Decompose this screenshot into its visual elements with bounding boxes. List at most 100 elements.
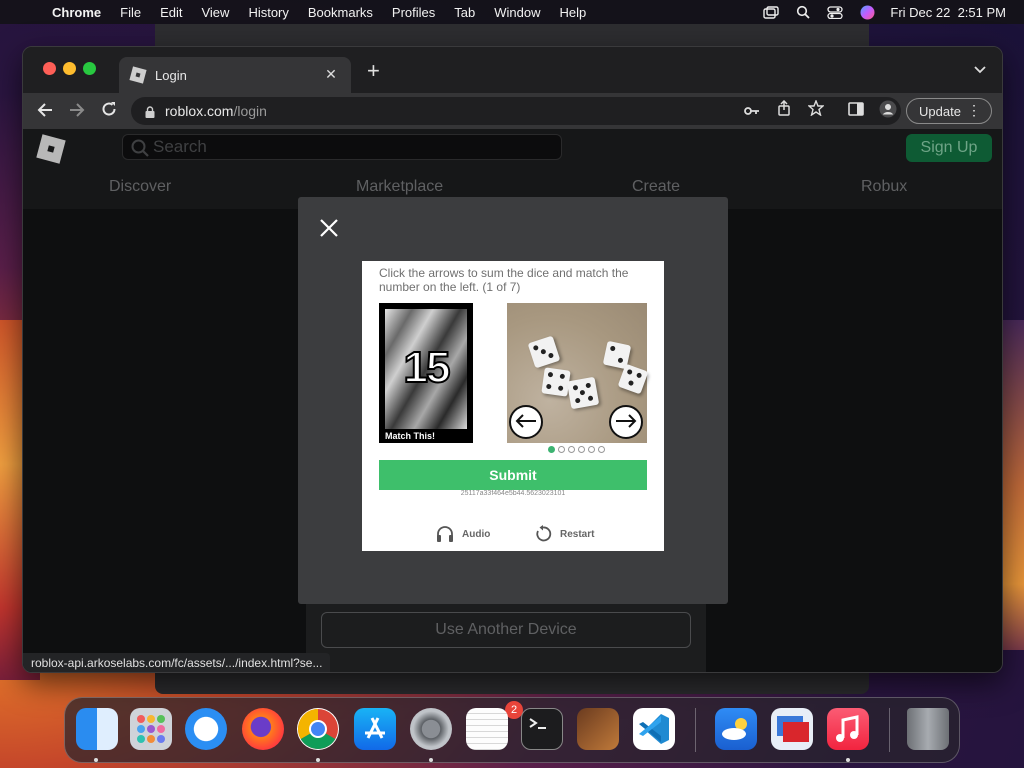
menu-bookmarks[interactable]: Bookmarks <box>308 5 373 20</box>
pager-dot <box>558 446 565 453</box>
terminal-icon[interactable] <box>521 708 563 750</box>
zoom-window-button[interactable] <box>83 62 96 75</box>
music-icon[interactable] <box>827 708 869 750</box>
chrome-icon[interactable] <box>297 708 339 750</box>
menu-window[interactable]: Window <box>494 5 540 20</box>
roblox-favicon-icon <box>129 66 147 84</box>
nav-robux[interactable]: Robux <box>861 178 907 196</box>
chrome-menu-icon[interactable]: ⋮ <box>967 102 981 119</box>
safari-icon[interactable] <box>185 708 227 750</box>
pager-dot <box>568 446 575 453</box>
sign-up-button[interactable]: Sign Up <box>906 134 992 162</box>
running-indicator <box>94 758 98 762</box>
vscode-icon[interactable] <box>633 708 675 750</box>
pager-dot <box>578 446 585 453</box>
system-settings-icon[interactable] <box>410 708 452 750</box>
tab-login[interactable]: Login ✕ <box>119 57 351 93</box>
menu-history[interactable]: History <box>248 5 288 20</box>
url-host: roblox.com <box>165 103 234 119</box>
screen-mirroring-icon[interactable] <box>762 5 780 19</box>
search-placeholder: Search <box>153 137 207 156</box>
menu-help[interactable]: Help <box>560 5 587 20</box>
new-tab-icon[interactable]: + <box>367 60 380 82</box>
remote-desktop-icon[interactable] <box>771 708 813 750</box>
url-path: /login <box>233 103 267 119</box>
tab-search-chevron-icon[interactable] <box>974 63 986 77</box>
running-indicator <box>846 758 850 762</box>
menu-profiles[interactable]: Profiles <box>392 5 435 20</box>
lock-icon[interactable] <box>145 105 155 118</box>
running-indicator <box>316 758 320 762</box>
menu-view[interactable]: View <box>201 5 229 20</box>
session-id: 25117a33f464e5b44.5623023101 <box>460 490 566 497</box>
textedit-icon[interactable] <box>466 708 508 750</box>
search-icon <box>131 139 149 157</box>
close-tab-icon[interactable]: ✕ <box>323 66 339 82</box>
roblox-logo-icon[interactable] <box>36 134 66 164</box>
nav-create[interactable]: Create <box>632 178 680 196</box>
pager-dot <box>548 446 555 453</box>
background-window-bottom <box>155 672 869 694</box>
search-input[interactable]: Search <box>122 134 562 160</box>
menu-edit[interactable]: Edit <box>160 5 182 20</box>
captcha-instruction: Click the arrows to sum the dice and mat… <box>379 266 629 294</box>
menu-tab[interactable]: Tab <box>454 5 475 20</box>
weather-icon[interactable] <box>715 708 757 750</box>
menu-bar: Chrome File Edit View History Bookmarks … <box>0 0 1024 24</box>
submit-button[interactable]: Submit <box>379 460 647 490</box>
siri-icon[interactable] <box>858 5 876 19</box>
side-panel-icon[interactable] <box>845 100 867 122</box>
spotlight-search-icon[interactable] <box>794 5 812 19</box>
close-window-button[interactable] <box>43 62 56 75</box>
die <box>541 367 571 397</box>
restart-icon <box>534 525 552 543</box>
headphones-icon <box>436 525 454 543</box>
dice-image <box>507 303 649 443</box>
menubar-clock[interactable]: Fri Dec 22 2:51 PM <box>890 5 1006 20</box>
minimize-window-button[interactable] <box>63 62 76 75</box>
forward-arrow-icon[interactable] <box>65 99 89 123</box>
die <box>527 335 561 369</box>
title-bar: Login ✕ + <box>23 47 1002 93</box>
dock-separator <box>695 708 696 752</box>
update-button[interactable]: Update ⋮ <box>906 98 992 124</box>
finder-icon[interactable] <box>76 708 118 750</box>
reload-icon[interactable] <box>97 99 121 123</box>
die <box>566 376 600 410</box>
garageband-icon[interactable] <box>577 708 619 750</box>
trash-icon[interactable] <box>907 708 949 750</box>
verification-modal: Click the arrows to sum the dice and mat… <box>298 197 728 604</box>
pager-dot <box>588 446 595 453</box>
captcha-frame: Click the arrows to sum the dice and mat… <box>362 261 664 551</box>
use-another-device-button[interactable]: Use Another Device <box>321 612 691 648</box>
target-number: 15 <box>403 342 452 393</box>
image-pager <box>548 446 605 453</box>
previous-image-arrow-button[interactable] <box>509 405 543 439</box>
launchpad-icon[interactable] <box>130 708 172 750</box>
menu-file[interactable]: File <box>120 5 141 20</box>
roblox-page: Search Sign Up Discover Marketplace Crea… <box>23 129 1002 672</box>
browser-window: Login ✕ + roblox.com/login Update ⋮ Sear… <box>22 46 1003 673</box>
nav-marketplace[interactable]: Marketplace <box>356 178 443 196</box>
back-arrow-icon[interactable] <box>33 99 57 123</box>
next-image-arrow-button[interactable] <box>609 405 643 439</box>
update-label: Update <box>919 103 961 119</box>
profile-avatar-icon[interactable] <box>877 100 899 122</box>
tab-title: Login <box>155 67 187 83</box>
share-icon[interactable] <box>773 99 795 122</box>
browser-toolbar: roblox.com/login Update ⋮ <box>23 93 1002 129</box>
dock-separator <box>889 708 890 752</box>
pager-dot <box>598 446 605 453</box>
restart-button[interactable]: Restart <box>534 525 594 543</box>
menu-app-name[interactable]: Chrome <box>52 5 101 20</box>
password-key-icon[interactable] <box>741 100 763 122</box>
bookmark-star-icon[interactable] <box>805 99 827 122</box>
close-modal-icon[interactable] <box>318 217 340 239</box>
app-store-icon[interactable] <box>354 708 396 750</box>
dock: 2 <box>64 697 960 763</box>
nav-discover[interactable]: Discover <box>109 178 171 196</box>
control-center-icon[interactable] <box>826 5 844 19</box>
match-this-label: Match This! <box>385 431 436 441</box>
firefox-icon[interactable] <box>242 708 284 750</box>
audio-button[interactable]: Audio <box>436 525 490 543</box>
